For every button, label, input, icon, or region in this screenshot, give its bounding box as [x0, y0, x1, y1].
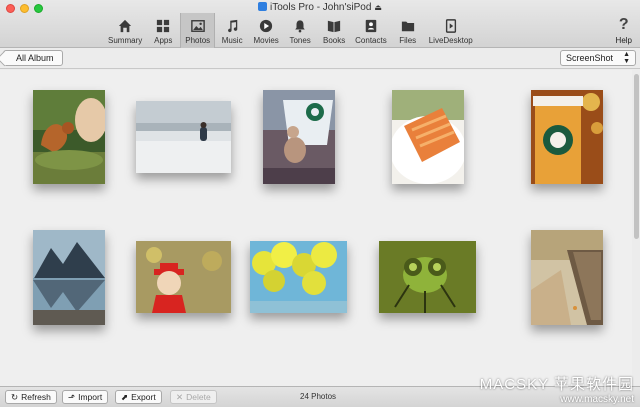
tab-books[interactable]: Books	[317, 13, 351, 48]
tab-apps[interactable]: Apps	[146, 13, 180, 48]
help-button[interactable]: ? Help	[616, 13, 632, 48]
window-title-area: iTools Pro - John'siPod ⏏	[0, 2, 640, 13]
title-bar: iTools Pro - John'siPod ⏏ Summary Apps Ph…	[0, 0, 640, 48]
photo-thumbnail[interactable]	[136, 241, 231, 313]
window-title: iTools Pro - John'siPod	[270, 2, 372, 13]
all-album-button[interactable]: All Album	[3, 50, 63, 66]
photo-dragonfly-image	[379, 241, 476, 313]
photo-thumbnail[interactable]	[136, 101, 231, 173]
music-icon	[228, 19, 238, 33]
photos-icon	[190, 20, 205, 32]
photo-bench-image	[531, 230, 603, 325]
photo-thumbnail[interactable]	[379, 241, 476, 313]
photo-pastry-image	[392, 90, 464, 184]
photo-yellow-balloons-image	[250, 241, 347, 313]
tab-files-label: Files	[399, 36, 417, 45]
livedesktop-icon	[445, 19, 456, 33]
delete-icon: ✕	[176, 392, 184, 402]
main-toolbar: Summary Apps Photos Music Movies Tones B…	[104, 13, 477, 48]
tab-livedesktop-label: LiveDesktop	[428, 36, 473, 45]
apps-icon	[157, 19, 170, 33]
tab-movies[interactable]: Movies	[249, 13, 283, 48]
export-label: Export	[131, 392, 156, 402]
photo-thumbnail[interactable]	[531, 230, 603, 325]
import-label: Import	[78, 392, 103, 402]
movies-icon	[260, 19, 273, 33]
watermark: MACSKY 苹果软件园 www.macsky.net	[480, 373, 634, 405]
tab-files[interactable]: Files	[391, 13, 425, 48]
photo-thumbnail[interactable]	[33, 230, 105, 325]
folder-icon	[401, 21, 414, 32]
watermark-line1: MACSKY 苹果软件园	[479, 376, 634, 393]
album-select-value: ScreenShot	[566, 53, 614, 63]
tab-contacts[interactable]: Contacts	[351, 13, 391, 48]
contacts-icon	[365, 19, 377, 33]
tab-movies-label: Movies	[253, 36, 279, 45]
photo-thumbnail[interactable]	[531, 90, 603, 184]
eject-icon[interactable]: ⏏	[374, 3, 382, 12]
help-icon: ?	[618, 16, 629, 33]
grid-scrollbar[interactable]	[634, 74, 639, 239]
photo-count: 24 Photos	[300, 392, 337, 401]
watermark-line2: www.macsky.net	[560, 394, 634, 405]
tab-photos-label: Photos	[185, 36, 211, 45]
bell-icon	[295, 20, 305, 33]
export-icon: ⬈	[121, 392, 129, 402]
import-button[interactable]: ⬏ Import	[62, 390, 109, 404]
tab-livedesktop[interactable]: LiveDesktop	[425, 13, 477, 48]
delete-button[interactable]: ✕ Delete	[170, 390, 217, 404]
refresh-button[interactable]: ↻ Refresh	[5, 390, 57, 404]
tab-apps-label: Apps	[154, 36, 173, 45]
photo-thumbnail[interactable]	[33, 90, 105, 184]
tab-tones[interactable]: Tones	[283, 13, 317, 48]
photo-starbucks-figurine-image	[263, 90, 335, 184]
delete-label: Delete	[186, 392, 211, 402]
photo-thumbnail[interactable]	[263, 90, 335, 184]
photo-snow-walker-image	[136, 101, 231, 173]
tab-contacts-label: Contacts	[355, 36, 387, 45]
tab-photos[interactable]: Photos	[180, 13, 216, 48]
tab-summary-label: Summary	[108, 36, 143, 45]
photo-squirrel-image	[33, 90, 105, 184]
import-icon: ⬏	[68, 392, 76, 402]
help-label: Help	[615, 36, 632, 45]
export-button[interactable]: ⬈ Export	[115, 390, 162, 404]
tab-tones-label: Tones	[289, 36, 311, 45]
home-icon	[118, 19, 132, 33]
books-icon	[328, 20, 341, 33]
refresh-icon: ↻	[11, 392, 19, 402]
photo-doll-image	[136, 241, 231, 313]
all-album-label: All Album	[16, 53, 54, 63]
refresh-label: Refresh	[21, 392, 51, 402]
tab-summary[interactable]: Summary	[104, 13, 146, 48]
select-arrows-icon: ▲ ▼	[623, 51, 630, 65]
photo-starbucks-cup-image	[531, 90, 603, 184]
tab-music-label: Music	[221, 36, 243, 45]
tab-music[interactable]: Music	[215, 13, 249, 48]
photo-thumbnail[interactable]	[392, 90, 464, 184]
tab-books-label: Books	[323, 36, 346, 45]
album-select[interactable]: ScreenShot ▲ ▼	[560, 50, 636, 66]
photo-mountain-lake-image	[33, 230, 105, 325]
photo-thumbnail[interactable]	[250, 241, 347, 313]
album-bar: All Album ScreenShot ▲ ▼	[0, 48, 640, 69]
photo-grid	[0, 70, 632, 386]
app-icon	[258, 2, 268, 11]
